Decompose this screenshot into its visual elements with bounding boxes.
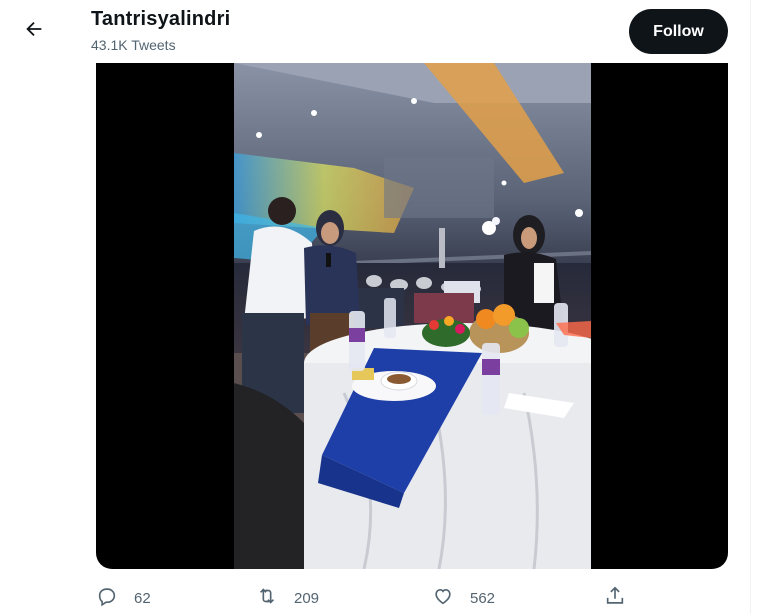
retweet-button[interactable]: 209 [256,583,319,613]
share-icon [604,585,626,611]
reply-count: 62 [134,589,151,607]
video-scene [234,63,591,569]
profile-name: Tantrisyalindri [91,8,231,30]
follow-button[interactable]: Follow [629,9,728,54]
share-button[interactable] [604,583,626,613]
video-frame [234,63,591,569]
tweet-count: 43.1K Tweets [91,37,176,53]
tweet-actions: 62 209 562 [96,583,728,613]
arrow-left-icon [23,18,45,45]
reply-button[interactable]: 62 [96,583,151,613]
like-count: 562 [470,589,496,607]
video-player[interactable] [96,63,728,569]
column-divider [750,0,751,614]
profile-header: Tantrisyalindri 43.1K Tweets Follow [0,0,750,63]
retweet-icon [256,585,278,611]
reply-icon [96,585,118,611]
heart-icon [432,585,454,611]
retweet-count: 209 [294,589,320,607]
like-button[interactable]: 562 [432,583,495,613]
back-button[interactable] [18,15,50,47]
